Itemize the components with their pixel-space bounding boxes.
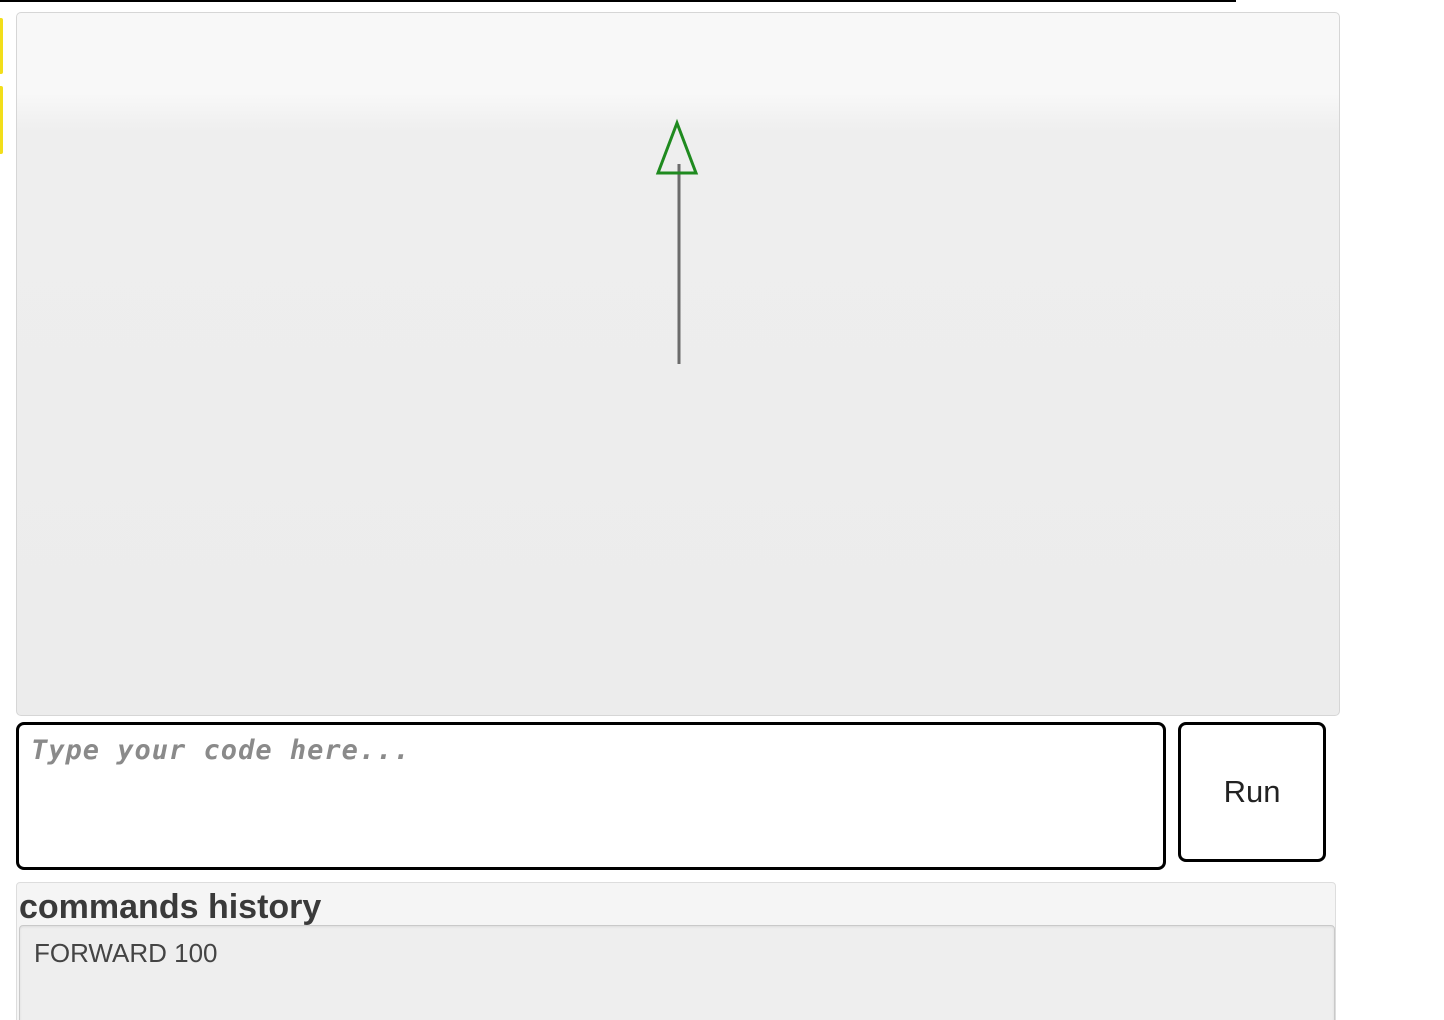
turtle-canvas-svg <box>655 118 699 364</box>
run-button[interactable]: Run <box>1178 722 1326 862</box>
turtle-app: Run commands history FORWARD 100 <box>0 0 1444 1020</box>
side-tab[interactable] <box>0 18 3 74</box>
history-item[interactable]: FORWARD 100 <box>34 936 1320 970</box>
code-input[interactable] <box>16 722 1166 870</box>
top-toolbar-edge <box>0 0 1236 2</box>
turtle-icon <box>655 118 699 175</box>
commands-history-title: commands history <box>19 888 322 926</box>
commands-history-panel: commands history FORWARD 100 <box>16 882 1336 1020</box>
commands-history-list: FORWARD 100 <box>19 925 1335 1020</box>
side-tab[interactable] <box>0 86 3 154</box>
turtle-canvas[interactable] <box>16 12 1340 716</box>
